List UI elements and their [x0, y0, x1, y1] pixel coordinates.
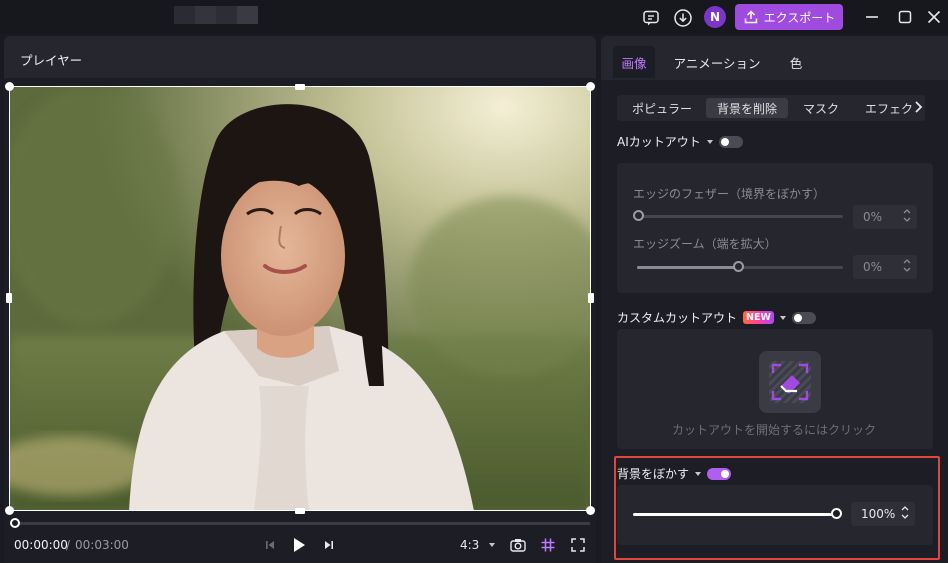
tab-image-label: 画像: [621, 55, 647, 71]
document-title-redacted: [174, 6, 258, 24]
ai-cutout-chevron-down-icon[interactable]: [706, 139, 713, 144]
time-separator: /: [66, 538, 71, 552]
resize-handle-top-left[interactable]: [5, 82, 14, 91]
close-icon[interactable]: [924, 7, 944, 27]
edge-feather-label: エッジのフェザー（境界をぼかす）: [633, 187, 826, 201]
tab-color[interactable]: 色: [781, 46, 811, 78]
edge-zoom-stepper[interactable]: [903, 258, 911, 273]
subtab-mask-label: マスク: [802, 101, 839, 116]
subtab-popular-label: ポピュラー: [631, 101, 692, 116]
selection-box[interactable]: [9, 86, 591, 511]
next-frame-icon[interactable]: [321, 536, 337, 554]
subtab-remove-background[interactable]: 背景を削除: [706, 98, 788, 118]
edge-zoom-value[interactable]: 0%: [853, 255, 917, 279]
tab-image[interactable]: 画像: [613, 46, 655, 78]
export-label: エクスポート: [763, 10, 836, 25]
edge-feather-slider[interactable]: [637, 215, 843, 218]
edge-zoom-value-text: 0%: [863, 260, 883, 274]
playhead[interactable]: [10, 518, 20, 528]
subtab-popular[interactable]: ポピュラー: [623, 98, 701, 118]
subtab-effect-label: エフェク: [865, 101, 914, 116]
export-upload-icon: [744, 10, 757, 24]
play-icon[interactable]: [290, 536, 308, 554]
tab-animation-label: アニメーション: [673, 55, 761, 71]
tab-color-label: 色: [789, 55, 803, 71]
new-badge: NEW: [743, 311, 774, 324]
ai-cutout-toggle[interactable]: [718, 135, 743, 148]
resize-handle-top-right[interactable]: [586, 82, 595, 91]
subtab-remove-background-label: 背景を削除: [716, 101, 777, 116]
maximize-icon[interactable]: [895, 7, 915, 27]
resize-handle-left[interactable]: [6, 293, 12, 303]
aspect-ratio-select[interactable]: 4:3: [460, 538, 479, 552]
eraser-icon[interactable]: [759, 351, 821, 413]
player-panel: プレイヤー 00:00:00 / 00:03:00 4:3: [4, 36, 596, 563]
subtab-mask[interactable]: マスク: [793, 98, 849, 118]
resize-handle-right[interactable]: [588, 293, 594, 303]
custom-cutout-hint: カットアウトを開始するにはクリック: [671, 423, 876, 437]
current-time: 00:00:00: [14, 538, 68, 552]
title-bar: N エクスポート: [0, 0, 948, 34]
player-header: プレイヤー: [4, 36, 596, 78]
avatar-initial: N: [709, 10, 721, 24]
custom-cutout-toggle[interactable]: [791, 311, 816, 324]
custom-cutout-chevron-down-icon[interactable]: [779, 315, 786, 320]
highlight-annotation-box: [614, 456, 940, 560]
tab-animation[interactable]: アニメーション: [667, 46, 767, 78]
resize-handle-top[interactable]: [295, 84, 305, 90]
grid-icon[interactable]: [539, 536, 557, 554]
edge-feather-stepper[interactable]: [903, 208, 911, 223]
property-tabs: 画像 アニメーション 色: [601, 36, 948, 80]
fullscreen-icon[interactable]: [569, 536, 587, 554]
custom-cutout-header: カスタムカットアウト NEW: [617, 309, 816, 326]
feedback-icon[interactable]: [640, 7, 662, 29]
resize-handle-bottom-left[interactable]: [5, 506, 14, 515]
resize-handle-bottom-right[interactable]: [586, 506, 595, 515]
player-title: プレイヤー: [20, 53, 83, 68]
ai-cutout-header: AIカットアウト: [617, 133, 743, 150]
download-icon[interactable]: [672, 7, 694, 29]
timeline-track[interactable]: [14, 522, 590, 525]
total-time: 00:03:00: [75, 538, 129, 552]
snapshot-camera-icon[interactable]: [509, 536, 527, 554]
edge-feather-value-text: 0%: [863, 210, 883, 224]
ai-cutout-settings-card: エッジのフェザー（境界をぼかす） 0% エッジズーム（端を拡大） 0%: [617, 163, 933, 293]
edge-feather-knob[interactable]: [633, 210, 644, 221]
edge-zoom-knob[interactable]: [733, 261, 744, 272]
edge-feather-value[interactable]: 0%: [853, 205, 917, 229]
subtabs-scroll-right-icon[interactable]: [913, 100, 923, 117]
ratio-dropdown-chevron-icon[interactable]: [487, 536, 497, 554]
ai-cutout-label: AIカットアウト: [617, 135, 701, 149]
export-button[interactable]: エクスポート: [735, 4, 843, 30]
minimize-icon[interactable]: [862, 7, 882, 27]
custom-cutout-card[interactable]: カットアウトを開始するにはクリック: [617, 329, 933, 449]
avatar[interactable]: N: [704, 6, 726, 28]
resize-handle-bottom[interactable]: [295, 508, 305, 514]
edge-zoom-label: エッジズーム（端を拡大）: [633, 237, 777, 251]
custom-cutout-label: カスタムカットアウト: [617, 311, 738, 325]
previous-frame-icon[interactable]: [262, 536, 278, 554]
image-subtabs: ポピュラー 背景を削除 マスク エフェク: [617, 95, 925, 121]
